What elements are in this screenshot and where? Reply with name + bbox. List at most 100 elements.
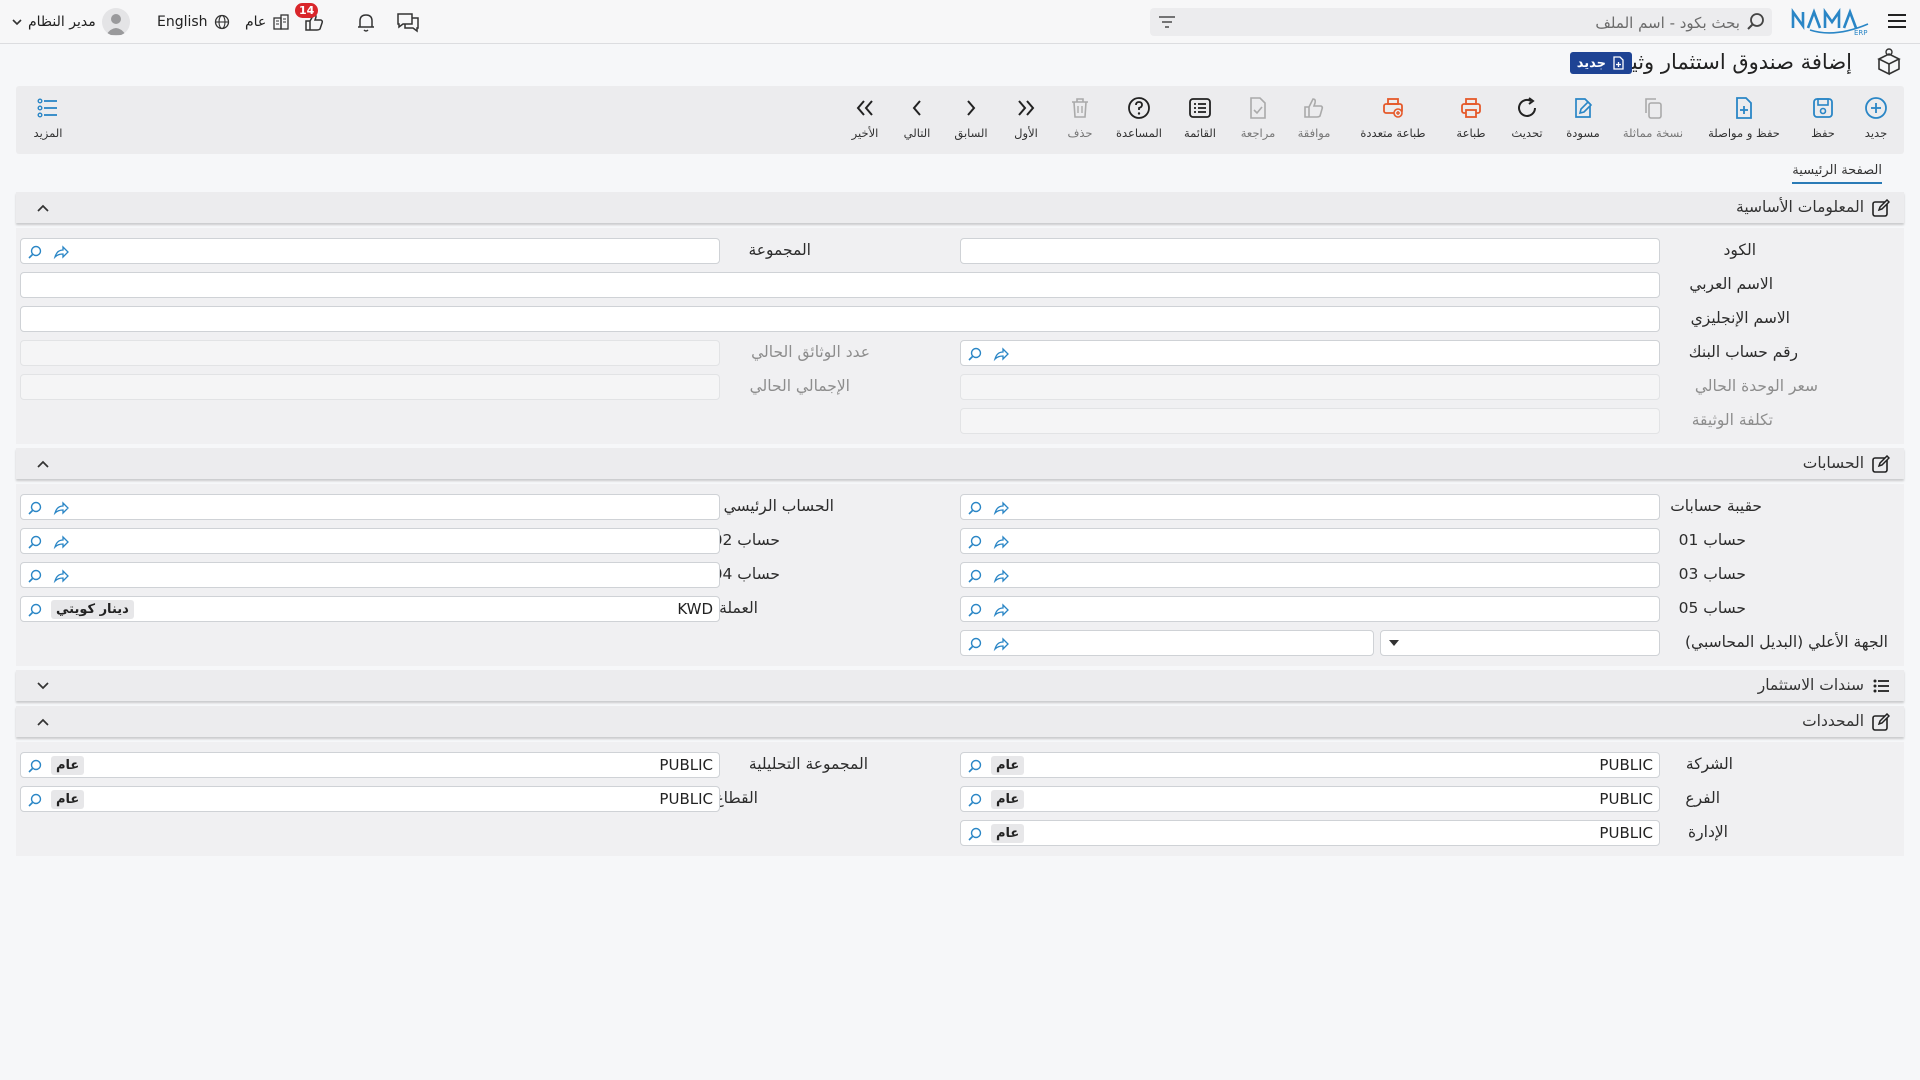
search-icon[interactable] [967,534,983,550]
account-03-label: حساب 03 [1678,565,1746,583]
main-account-field[interactable] [20,494,720,520]
search-icon[interactable] [967,636,983,652]
multi-print-label: طباعة متعددة [1360,126,1426,140]
open-link-icon[interactable] [993,636,1009,652]
save-button[interactable]: حفظ [1793,96,1853,140]
last-button[interactable]: الأخير [842,96,888,140]
accounts-section-header[interactable]: الحسابات [16,448,1904,479]
search-icon[interactable] [27,500,43,516]
account-01-field[interactable] [960,528,1660,554]
open-link-icon[interactable] [53,568,69,584]
higher-entity-type-select[interactable] [1380,630,1660,656]
search-icon[interactable] [27,758,43,774]
refresh-button[interactable]: تحديث [1502,96,1552,140]
search-icon[interactable] [27,568,43,584]
group-field[interactable] [20,238,720,264]
delete-button[interactable]: حذف [1058,96,1102,140]
next-button[interactable]: التالي [894,96,940,140]
business-unit-switch[interactable]: عام [245,0,290,43]
previous-button[interactable]: السابق [946,96,996,140]
account-04-field[interactable] [20,562,720,588]
search-icon[interactable] [967,500,983,516]
account-05-field[interactable] [960,596,1660,622]
code-label: الكود [1723,241,1757,259]
department-name-chip: عام [991,824,1025,843]
basic-info-section-header[interactable]: المعلومات الأساسية [16,192,1904,223]
review-button[interactable]: مراجعة [1230,96,1286,140]
notifications[interactable] [355,0,377,43]
open-link-icon[interactable] [993,346,1009,362]
list-button[interactable]: القائمة [1172,96,1228,140]
more-label: المزيد [33,126,63,140]
help-button[interactable]: المساعدة [1106,96,1172,140]
print-button[interactable]: طباعة [1446,96,1496,140]
chevron-up-icon[interactable] [36,457,50,471]
accounts-bag-field[interactable] [960,494,1660,520]
code-field[interactable] [960,238,1660,264]
analysis-group-name-chip: عام [51,756,85,775]
search-icon[interactable] [27,534,43,550]
chevron-right-icon [967,100,976,116]
accounts-bag-label: حقيبة حسابات [1670,497,1762,515]
first-button[interactable]: الأول [1004,96,1048,140]
bank-account-field[interactable] [960,340,1660,366]
action-toolbar: جديد حفظ حفظ و مواصلة نسخة مماثلة مسودة … [16,86,1904,154]
account-03-field[interactable] [960,562,1660,588]
open-link-icon[interactable] [53,500,69,516]
analysis-group-code-value: PUBLIC [659,756,713,774]
open-link-icon[interactable] [993,602,1009,618]
department-field[interactable]: عام PUBLIC [960,820,1660,846]
branch-field[interactable]: عام PUBLIC [960,786,1660,812]
search-icon[interactable] [27,244,43,260]
chevron-up-icon[interactable] [36,715,50,729]
messages[interactable] [396,0,420,43]
open-link-icon[interactable] [993,534,1009,550]
chevron-down-icon[interactable] [36,679,50,693]
search-icon[interactable] [967,602,983,618]
open-link-icon[interactable] [53,244,69,260]
search-icon[interactable] [967,758,983,774]
search-icon[interactable] [967,792,983,808]
analysis-group-field[interactable]: عام PUBLIC [20,752,720,778]
search-icon[interactable] [27,792,43,808]
english-name-field[interactable] [20,306,1660,332]
tab-main-page[interactable]: الصفحة الرئيسية [1792,163,1882,184]
open-link-icon[interactable] [53,534,69,550]
search-icon[interactable] [967,568,983,584]
menu-icon[interactable] [1886,10,1908,32]
main-account-label: الحساب الرئيسي [723,497,834,515]
chevron-up-icon[interactable] [36,201,50,215]
arabic-name-field[interactable] [20,272,1660,298]
new-button[interactable]: جديد [1851,96,1901,140]
branch-label: الفرع [1685,789,1720,807]
search-icon[interactable] [967,826,983,842]
account-02-field[interactable] [20,528,720,554]
open-link-icon[interactable] [993,500,1009,516]
save-continue-button[interactable]: حفظ و مواصلة [1699,96,1789,140]
dimensions-section-header[interactable]: المحددات [16,706,1904,737]
search-input[interactable] [1198,8,1742,38]
investment-bonds-section-header[interactable]: سندات الاستثمار [16,670,1904,701]
draft-button[interactable]: مسودة [1558,96,1608,140]
currency-field[interactable]: دينار كويتي KWD [20,596,720,622]
more-button[interactable]: المزيد [26,96,70,140]
user-menu[interactable]: مدير النظام [12,0,130,43]
pending-approvals[interactable]: 14 [295,0,325,43]
higher-entity-field[interactable] [960,630,1374,656]
filter-icon[interactable] [1158,14,1176,30]
search-icon[interactable] [967,346,983,362]
accounts-title: الحسابات [1802,454,1864,472]
search-icon[interactable] [27,602,43,618]
language-switch[interactable]: English [157,0,230,43]
duplicate-button[interactable]: نسخة مماثلة [1613,96,1693,140]
open-link-icon[interactable] [993,568,1009,584]
multi-print-button[interactable]: طباعة متعددة [1348,96,1438,140]
search-icon[interactable] [1746,12,1766,32]
nama-erp-logo[interactable]: ERP [1790,4,1872,36]
sector-field[interactable]: عام PUBLIC [20,786,720,812]
review-label: مراجعة [1240,126,1276,140]
approve-button[interactable]: موافقة [1286,96,1342,140]
group-label: المجموعة [748,241,811,259]
department-label: الإدارة [1688,823,1728,841]
company-field[interactable]: عام PUBLIC [960,752,1660,778]
